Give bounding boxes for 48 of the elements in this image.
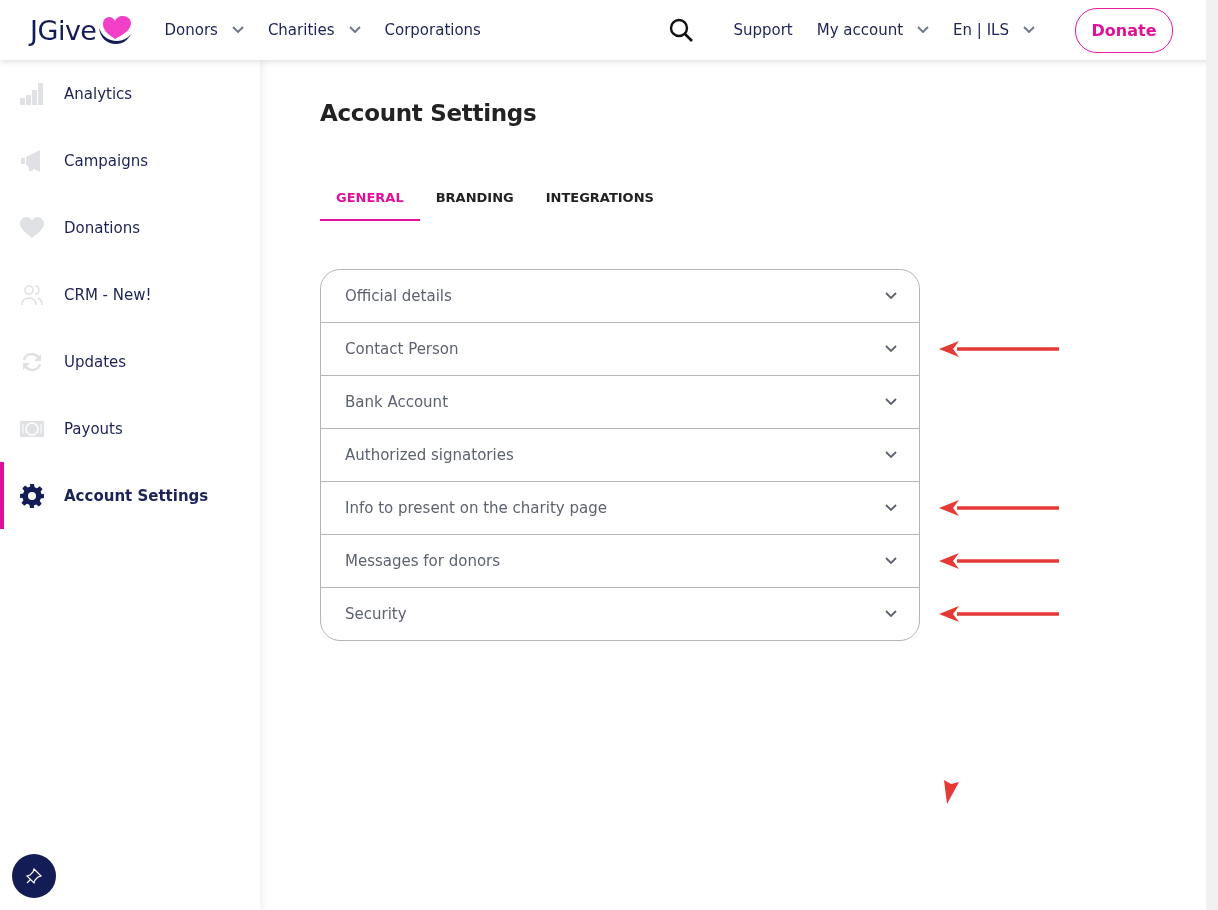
sidebar-item[interactable]: Analytics (0, 60, 260, 127)
sidebar-item[interactable]: Updates (0, 328, 260, 395)
chevron-down-icon (885, 610, 897, 618)
chevron-down-icon (885, 504, 897, 512)
chevron-down-icon (348, 26, 361, 34)
sidebar-item[interactable]: CRM - New! (0, 261, 260, 328)
logo-text[interactable]: JGive (30, 14, 97, 46)
annotation-arrowhead (944, 780, 960, 804)
chevron-down-icon (917, 26, 930, 34)
accordion-item[interactable]: Bank Account (321, 375, 919, 428)
people-icon (21, 283, 43, 306)
chevron-down-icon (231, 26, 244, 34)
nav-link[interactable]: Charities (267, 21, 361, 39)
refresh-icon (20, 350, 44, 373)
accordion-item[interactable]: Official details (321, 270, 919, 322)
heart-hand-logo-icon[interactable] (97, 15, 134, 45)
sidebar-item[interactable]: Payouts (0, 395, 260, 462)
chevron-down-icon (885, 557, 897, 565)
accordion-item[interactable]: Authorized signatories (321, 428, 919, 481)
chevron-down-icon (885, 345, 897, 353)
banknote-icon (20, 420, 44, 437)
chevron-down-icon (1023, 26, 1035, 34)
pin-button[interactable] (12, 854, 56, 898)
donate-button[interactable]: Donate (1075, 7, 1173, 53)
heart-icon (20, 216, 44, 239)
nav-link[interactable]: My account (816, 21, 930, 39)
sidebar-item[interactable]: Campaigns (0, 127, 260, 194)
accordion-item[interactable]: Contact Person (321, 322, 919, 375)
chevron-down-icon (885, 398, 897, 406)
nav-link[interactable]: Support (733, 21, 793, 39)
accordion-item[interactable]: Info to present on the charity page (321, 481, 919, 534)
settings-tab[interactable]: BRANDING (419, 180, 530, 221)
sidebar-item[interactable]: Account Settings (0, 462, 260, 529)
accordion-item[interactable]: Messages for donors (321, 534, 919, 587)
chevron-down-icon (885, 292, 897, 300)
gear-icon (20, 483, 44, 508)
settings-tab[interactable]: INTEGRATIONS (529, 180, 670, 221)
bar-chart-icon (20, 82, 44, 105)
nav-link[interactable]: Corporations (384, 21, 481, 39)
nav-link[interactable]: Donors (164, 21, 244, 39)
sidebar-item[interactable]: Donations (0, 194, 260, 261)
chevron-down-icon (885, 451, 897, 459)
accordion-item[interactable]: Security (321, 587, 919, 640)
pin-icon (25, 867, 43, 885)
search-icon[interactable] (669, 18, 694, 42)
settings-tab[interactable]: GENERAL (320, 180, 420, 221)
page-title: Account Settings (320, 100, 538, 126)
nav-link[interactable]: En | ILS (953, 21, 1035, 39)
